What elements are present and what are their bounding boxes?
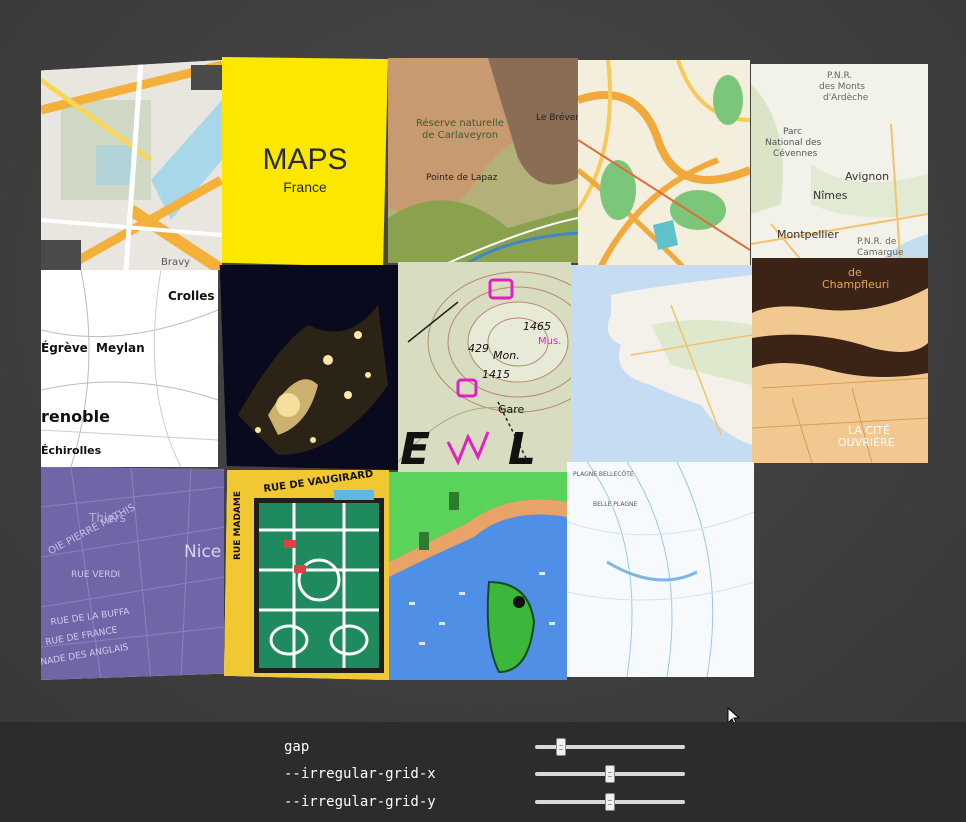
gap-label: gap — [284, 739, 310, 755]
map-tile-carlaveyron-topo: Réserve naturelle de Carlaveyron Le Brév… — [388, 58, 578, 263]
label-ouvriere: OUVRIÈRE — [838, 436, 895, 449]
label-pnr: P.N.R. — [827, 71, 852, 81]
label-nimes: Nîmes — [813, 189, 848, 202]
label-1415: 1415 — [482, 368, 510, 381]
label-meylan: Meylan — [96, 341, 145, 355]
label-pointe-lapaz: Pointe de Lapaz — [426, 173, 498, 183]
label-1465: 1465 — [523, 320, 551, 333]
map-tile-colorful-roads — [578, 60, 750, 272]
map-tile-champfleuri: de Champfleuri LA CITÉ OUVRIÈRE — [752, 258, 928, 463]
irregular-grid-y-label: --irregular-grid-y — [284, 794, 436, 810]
maps-subtitle: France — [283, 179, 327, 195]
label-cevennes: Cévennes — [773, 148, 818, 159]
label-thiers: Thiers — [88, 511, 126, 525]
label-ardeche: d'Ardèche — [823, 92, 869, 103]
gap-slider[interactable] — [535, 738, 685, 756]
irregular-grid-x-label: --irregular-grid-x — [284, 766, 436, 782]
label-echirolles: Échirolles — [41, 444, 102, 457]
label-reserve: Réserve naturelle — [416, 117, 504, 129]
label-mon: Mon. — [493, 349, 520, 362]
label-grenoble: renoble — [41, 407, 110, 426]
label-plagne-bellecote: PLAGNE BELLECÔTE — [573, 471, 634, 478]
label-big-l: L — [508, 424, 536, 472]
label-rue-verdi: RUE VERDI — [71, 570, 120, 580]
label-belle-plagne: BELLE PLAGNE — [593, 501, 638, 508]
label-big-e: E — [400, 424, 430, 472]
label-nice: Nice — [184, 542, 221, 562]
map-tile-paris-streets: Bravy — [41, 60, 222, 270]
label-avignon: Avignon — [845, 170, 889, 183]
label-egreve: Égrève — [41, 340, 88, 355]
irregular-grid-x-thumb[interactable] — [605, 765, 615, 783]
label-camargue: Camargue — [857, 248, 904, 258]
map-tile-nice: OIE PIERRE MATHIS Thiers Nice RUE VERDI … — [41, 467, 224, 680]
irregular-grid-y-thumb[interactable] — [605, 793, 615, 811]
label-pnr-de: P.N.R. de — [857, 237, 897, 247]
label-monts: des Monts — [819, 82, 865, 92]
gap-slider-thumb[interactable] — [556, 738, 566, 756]
controls-panel: gap --irregular-grid-x --irregular-grid-… — [0, 722, 966, 822]
label-crolles: Crolles — [168, 289, 214, 303]
label-gare: Gare — [498, 403, 525, 416]
map-tile-topo-contours: 1465 429 Mon. Mus. 1415 Gare E L — [398, 262, 571, 472]
irregular-map-grid: Bravy MAPS France Réserve naturelle de C… — [0, 0, 966, 722]
maps-france-title-tile: MAPS France — [222, 57, 388, 267]
map-tile-brittany — [571, 265, 752, 463]
label-montpellier: Montpellier — [777, 228, 839, 241]
irregular-grid-y-slider[interactable] — [535, 793, 685, 811]
maps-title: MAPS — [262, 143, 348, 176]
label-le-breve: Le Brévent — [536, 112, 578, 123]
map-tile-pixel-island — [389, 472, 567, 680]
label-bravy: Bravy — [161, 257, 190, 268]
irregular-grid-x-slider[interactable] — [535, 765, 685, 783]
map-mosaic-stage: Bravy MAPS France Réserve naturelle de C… — [0, 0, 966, 727]
label-champfleuri: Champfleuri — [822, 278, 889, 291]
map-tile-night-lights — [219, 265, 398, 470]
label-mus: Mus. — [538, 336, 561, 347]
label-madame: RUE MADAME — [233, 491, 243, 560]
map-tile-vaugirard: RUE DE VAUGIRARD RUE MADAME — [224, 470, 389, 680]
label-1429: 429 — [468, 342, 489, 355]
map-tile-belle-plagne: PLAGNE BELLECÔTE BELLE PLAGNE — [567, 462, 754, 677]
map-tile-grenoble: Crolles Égrève Meylan renoble Échirolles — [41, 270, 218, 467]
label-carlaveyron: de Carlaveyron — [422, 130, 498, 141]
label-parc: Parc — [783, 127, 802, 137]
label-parc-national: National des — [765, 138, 822, 148]
map-tile-cevennes: P.N.R. des Monts d'Ardèche Parc National… — [751, 64, 928, 272]
